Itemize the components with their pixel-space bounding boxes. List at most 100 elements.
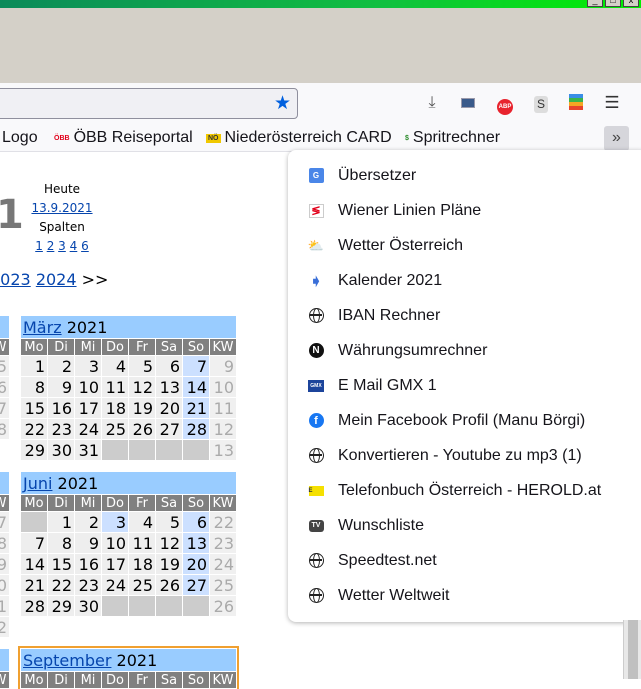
adblock-plus-icon[interactable]: ABP (496, 94, 514, 115)
menu-item[interactable]: IBAN Rechner (288, 298, 641, 333)
menu-item[interactable]: Wetter Weltweit (288, 578, 641, 613)
day-cell[interactable]: 14 (21, 554, 47, 574)
day-cell[interactable]: 21 (183, 398, 209, 418)
day-cell[interactable]: 26 (156, 575, 182, 595)
day-cell[interactable]: 29 (21, 440, 47, 460)
day-cell[interactable]: 13 (156, 377, 182, 397)
close-button[interactable]: x (623, 0, 639, 7)
day-cell[interactable]: 29 (48, 596, 74, 616)
day-cell[interactable]: 12 (156, 533, 182, 553)
minimize-button[interactable]: _ (587, 0, 603, 7)
day-cell[interactable]: 28 (21, 596, 47, 616)
day-cell[interactable]: 26 (129, 419, 155, 439)
columns-2[interactable]: 2 (47, 239, 55, 253)
menu-item[interactable]: ⛅ Wetter Österreich (288, 228, 641, 263)
month-link[interactable]: September (23, 651, 111, 670)
day-cell[interactable]: 1 (21, 356, 47, 376)
day-cell[interactable]: 8 (48, 533, 74, 553)
day-cell[interactable]: 30 (75, 596, 101, 616)
day-cell[interactable]: 17 (75, 398, 101, 418)
month-link[interactable]: Juni (23, 474, 52, 493)
day-cell[interactable]: 10 (75, 377, 101, 397)
columns-6[interactable]: 6 (81, 239, 89, 253)
day-cell[interactable]: 20 (183, 554, 209, 574)
menu-item[interactable]: ≶ Wiener Linien Pläne (288, 193, 641, 228)
menu-item[interactable]: TV Wunschliste (288, 508, 641, 543)
day-cell[interactable]: 24 (75, 419, 101, 439)
day-cell[interactable]: 5 (156, 512, 182, 532)
day-cell[interactable]: 6 (156, 356, 182, 376)
day-cell[interactable]: 4 (129, 512, 155, 532)
day-cell[interactable]: 20 (156, 398, 182, 418)
day-cell[interactable]: 27 (183, 575, 209, 595)
bookmarks-overflow-button[interactable]: » (604, 126, 629, 151)
bookmark-spritrechner[interactable]: $ Spritrechner (405, 129, 500, 147)
bookmark-logo[interactable]: Logo (2, 129, 38, 147)
menu-item[interactable]: Konvertieren - Youtube zu mp3 (1) (288, 438, 641, 473)
s-extension-icon[interactable]: S (532, 94, 550, 113)
day-cell[interactable]: 6 (183, 512, 209, 532)
day-cell[interactable]: 16 (48, 398, 74, 418)
page-scrollbar[interactable] (623, 620, 641, 679)
download-icon[interactable]: ⤓ (423, 94, 441, 112)
day-cell[interactable]: 13 (183, 533, 209, 553)
day-cell[interactable]: 3 (75, 356, 101, 376)
menu-item[interactable]: G Übersetzer (288, 158, 641, 193)
day-cell[interactable]: 15 (48, 554, 74, 574)
day-cell[interactable]: 8 (21, 377, 47, 397)
day-cell[interactable]: 30 (48, 440, 74, 460)
day-cell[interactable]: 23 (48, 419, 74, 439)
month-link[interactable]: März (23, 318, 62, 337)
url-bar[interactable]: ★ (0, 88, 298, 119)
day-cell[interactable]: 18 (129, 554, 155, 574)
menu-item[interactable]: N Währungsumrechner (288, 333, 641, 368)
year-link-2024[interactable]: 2024 (36, 270, 77, 289)
day-cell[interactable]: 9 (75, 533, 101, 553)
day-cell[interactable]: 11 (129, 533, 155, 553)
day-cell[interactable]: 25 (102, 419, 128, 439)
day-cell[interactable]: 22 (21, 419, 47, 439)
bookmark-noe-card[interactable]: NÖ Niederösterreich CARD (206, 129, 392, 147)
day-cell[interactable]: 27 (156, 419, 182, 439)
day-cell[interactable]: 2 (75, 512, 101, 532)
columns-1[interactable]: 1 (35, 239, 43, 253)
day-cell[interactable]: 19 (129, 398, 155, 418)
year-link-2023[interactable]: 2023 (0, 270, 31, 289)
day-cell[interactable]: 23 (75, 575, 101, 595)
menu-item[interactable]: GMX E Mail GMX 1 (288, 368, 641, 403)
columns-4[interactable]: 4 (70, 239, 78, 253)
day-cell[interactable]: 7 (183, 356, 209, 376)
day-cell[interactable]: 25 (129, 575, 155, 595)
today-link[interactable]: 13.9.2021 (31, 201, 92, 215)
day-cell[interactable]: 7 (21, 533, 47, 553)
screenshot-extension-icon[interactable] (459, 94, 477, 112)
menu-item[interactable]: f Mein Facebook Profil (Manu Börgi) (288, 403, 641, 438)
day-cell[interactable]: 18 (102, 398, 128, 418)
day-cell[interactable]: 16 (75, 554, 101, 574)
bookmark-star-icon[interactable]: ★ (274, 92, 291, 115)
day-cell[interactable]: 5 (129, 356, 155, 376)
color-extension-icon[interactable] (567, 94, 585, 112)
day-cell[interactable]: 21 (21, 575, 47, 595)
day-cell[interactable]: 14 (183, 377, 209, 397)
menu-item[interactable]: Speedtest.net (288, 543, 641, 578)
day-cell[interactable]: 4 (102, 356, 128, 376)
day-cell[interactable]: 1 (48, 512, 74, 532)
day-cell[interactable]: 3 (102, 512, 128, 532)
menu-item[interactable]: ➧ Kalender 2021 (288, 263, 641, 298)
day-cell[interactable]: 12 (129, 377, 155, 397)
day-cell[interactable]: 15 (21, 398, 47, 418)
day-cell[interactable]: 31 (75, 440, 101, 460)
day-cell[interactable]: 17 (102, 554, 128, 574)
day-cell[interactable]: 28 (183, 419, 209, 439)
menu-item[interactable]: E Telefonbuch Österreich - HEROLD.at (288, 473, 641, 508)
day-cell[interactable]: 10 (102, 533, 128, 553)
columns-3[interactable]: 3 (58, 239, 66, 253)
day-cell[interactable]: 19 (156, 554, 182, 574)
maximize-button[interactable]: □ (605, 0, 621, 7)
day-cell[interactable]: 2 (48, 356, 74, 376)
day-cell[interactable]: 22 (48, 575, 74, 595)
day-cell[interactable]: 11 (102, 377, 128, 397)
day-cell[interactable]: 9 (48, 377, 74, 397)
bookmark-oebb[interactable]: ÖBB ÖBB Reiseportal (54, 129, 193, 147)
